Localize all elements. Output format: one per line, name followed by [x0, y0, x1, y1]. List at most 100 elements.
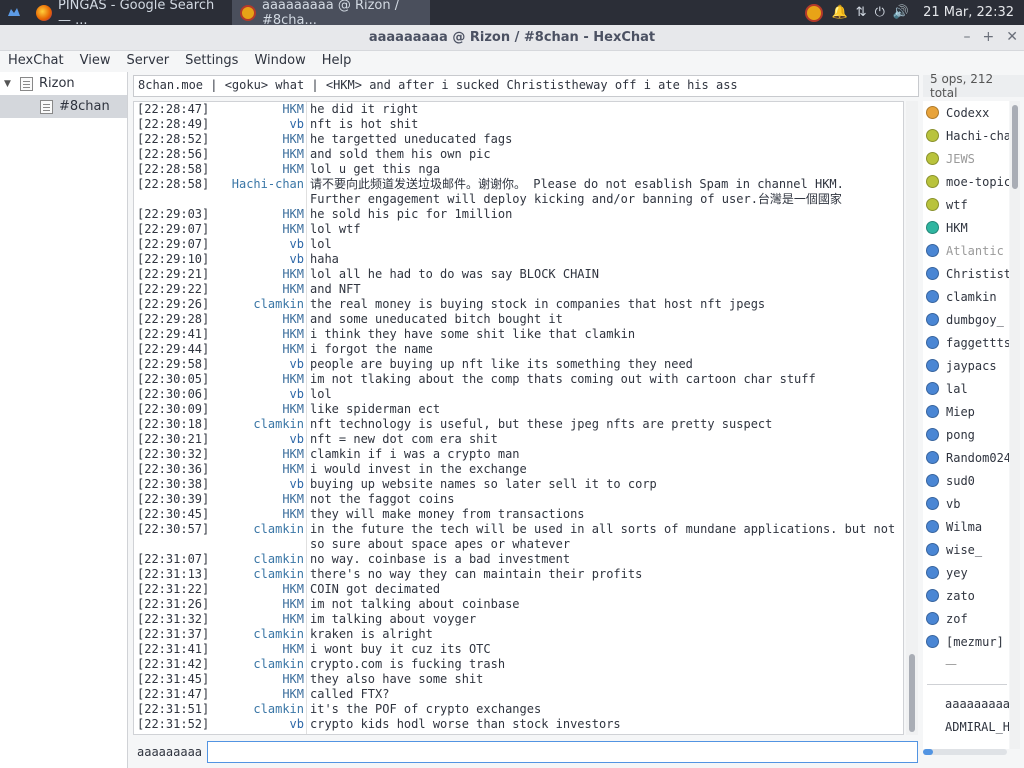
user-list-item[interactable]: [mezmur] — [923, 630, 1009, 653]
message-nick[interactable]: vb — [290, 357, 304, 372]
app-menu-button[interactable] — [0, 0, 28, 25]
message-nick[interactable]: vb — [290, 252, 304, 267]
message-nick[interactable]: HKM — [282, 327, 304, 342]
user-name: zato — [946, 588, 975, 603]
minimize-button[interactable]: – — [964, 29, 971, 45]
message-nick[interactable]: HKM — [282, 162, 304, 177]
message-nick[interactable]: HKM — [282, 267, 304, 282]
message-text: clamkin if i was a crypto man — [310, 447, 520, 461]
user-list-item[interactable]: Hachi-chan — [923, 124, 1009, 147]
message-nick[interactable]: vb — [290, 477, 304, 492]
message-nick[interactable]: Hachi-chan — [232, 177, 304, 192]
user-list-item[interactable]: zof — [923, 607, 1009, 630]
topic-field[interactable]: 8chan.moe | <goku> what | <HKM> and afte… — [133, 75, 919, 97]
user-list-item[interactable]: Random024 — [923, 446, 1009, 469]
user-list-item[interactable]: Wilma — [923, 515, 1009, 538]
taskbar-task-firefox[interactable]: PINGAS - Google Search — ... — [28, 0, 232, 28]
window-titlebar[interactable]: aaaaaaaaa @ Rizon / #8chan - HexChat – +… — [0, 25, 1024, 51]
message-nick[interactable]: clamkin — [253, 417, 304, 432]
menu-server[interactable]: Server — [118, 51, 177, 71]
message-nick[interactable]: clamkin — [253, 627, 304, 642]
volume-icon[interactable]: 🔊 — [893, 5, 909, 20]
menu-hexchat[interactable]: HexChat — [0, 51, 72, 71]
message-nick[interactable]: HKM — [282, 582, 304, 597]
hexchat-tray-icon[interactable] — [805, 3, 824, 22]
message-nick[interactable]: HKM — [282, 222, 304, 237]
message-nick[interactable]: vb — [290, 717, 304, 732]
message-nick[interactable]: HKM — [282, 597, 304, 612]
message-input[interactable] — [207, 741, 918, 763]
message-nick[interactable]: clamkin — [253, 657, 304, 672]
clock[interactable]: 21 Mar, 22:32 — [917, 5, 1018, 20]
message-nick[interactable]: HKM — [282, 642, 304, 657]
menu-window[interactable]: Window — [246, 51, 313, 71]
user-list-item[interactable]: dumbgoy_ — [923, 308, 1009, 331]
user-list-item[interactable]: clamkin — [923, 285, 1009, 308]
user-list-scrollbar-thumb[interactable] — [1012, 105, 1018, 189]
user-list-item[interactable]: aaaaaaaaa — [923, 693, 1009, 716]
notification-bell-icon[interactable]: 🔔 — [831, 5, 847, 20]
tree-channel-label: #8chan — [59, 99, 110, 114]
message-nick[interactable]: HKM — [282, 612, 304, 627]
message-nick[interactable]: HKM — [282, 147, 304, 162]
close-button[interactable]: ✕ — [1006, 29, 1018, 45]
user-list-item[interactable]: yey — [923, 561, 1009, 584]
user-list-item[interactable]: Codexx — [923, 101, 1009, 124]
message-nick[interactable]: HKM — [282, 507, 304, 522]
user-list-item[interactable]: vb — [923, 492, 1009, 515]
power-icon[interactable]: ⏻ — [875, 5, 885, 20]
chat-scrollbar[interactable] — [906, 101, 918, 735]
message-nick[interactable]: vb — [290, 387, 304, 402]
message-nick[interactable]: HKM — [282, 312, 304, 327]
message-nick[interactable]: HKM — [282, 462, 304, 477]
message-nick[interactable]: HKM — [282, 342, 304, 357]
user-list-item[interactable]: wise_ — [923, 538, 1009, 561]
user-list[interactable]: Codexx Hachi-chan JEWS moe-topic wtf HKM Atlan… — [923, 101, 1009, 749]
message-nick[interactable]: HKM — [282, 672, 304, 687]
chat-scrollbar-thumb[interactable] — [909, 654, 915, 732]
chat-log[interactable]: [22:28:47] HKM he did it right [22:28:49] vb… — [133, 101, 904, 735]
message-nick[interactable]: HKM — [282, 372, 304, 387]
user-list-item[interactable]: HKM — [923, 216, 1009, 239]
menu-help[interactable]: Help — [314, 51, 360, 71]
user-list-scrollbar[interactable] — [1010, 101, 1020, 749]
taskbar-task-hexchat[interactable]: aaaaaaaaa @ Rizon / #8cha... — [232, 0, 430, 28]
user-list-item[interactable]: Christist — [923, 262, 1009, 285]
user-list-item[interactable]: pong — [923, 423, 1009, 446]
message-nick[interactable]: HKM — [282, 207, 304, 222]
message-nick[interactable]: clamkin — [253, 552, 304, 567]
message-nick[interactable]: HKM — [282, 402, 304, 417]
nick-button[interactable]: aaaaaaaaa — [133, 742, 203, 762]
message-nick[interactable]: clamkin — [253, 702, 304, 717]
message-nick[interactable]: vb — [290, 117, 304, 132]
user-list-item[interactable]: sud0 — [923, 469, 1009, 492]
message-nick[interactable]: clamkin — [253, 522, 304, 537]
message-nick[interactable]: HKM — [282, 282, 304, 297]
user-list-item[interactable]: JEWS — [923, 147, 1009, 170]
user-list-item[interactable]: Miep — [923, 400, 1009, 423]
menu-settings[interactable]: Settings — [177, 51, 246, 71]
maximize-button[interactable]: + — [983, 29, 995, 45]
message-nick[interactable]: clamkin — [253, 297, 304, 312]
message-nick[interactable]: HKM — [282, 492, 304, 507]
user-list-item[interactable]: jaypacs — [923, 354, 1009, 377]
user-list-item[interactable]: faggettts — [923, 331, 1009, 354]
user-list-item[interactable]: moe-topic — [923, 170, 1009, 193]
network-icon[interactable]: ⇅ — [856, 5, 867, 20]
user-list-item[interactable]: wtf — [923, 193, 1009, 216]
message-nick[interactable]: HKM — [282, 132, 304, 147]
user-list-item[interactable]: zato — [923, 584, 1009, 607]
message-nick[interactable]: clamkin — [253, 567, 304, 582]
message-nick[interactable]: HKM — [282, 687, 304, 702]
user-list-item[interactable]: ADMIRAL_H — [923, 716, 1009, 739]
tree-server-rizon[interactable]: ▼ Rizon — [0, 72, 127, 95]
message-nick[interactable]: HKM — [282, 447, 304, 462]
user-list-item[interactable]: lal — [923, 377, 1009, 400]
message-nick[interactable]: vb — [290, 237, 304, 252]
collapse-arrow-icon[interactable]: ▼ — [4, 79, 18, 89]
menu-view[interactable]: View — [72, 51, 119, 71]
message-nick[interactable]: vb — [290, 432, 304, 447]
message-nick[interactable]: HKM — [282, 102, 304, 117]
tree-channel-8chan[interactable]: #8chan — [0, 95, 127, 118]
user-list-item[interactable]: Atlantic — [923, 239, 1009, 262]
